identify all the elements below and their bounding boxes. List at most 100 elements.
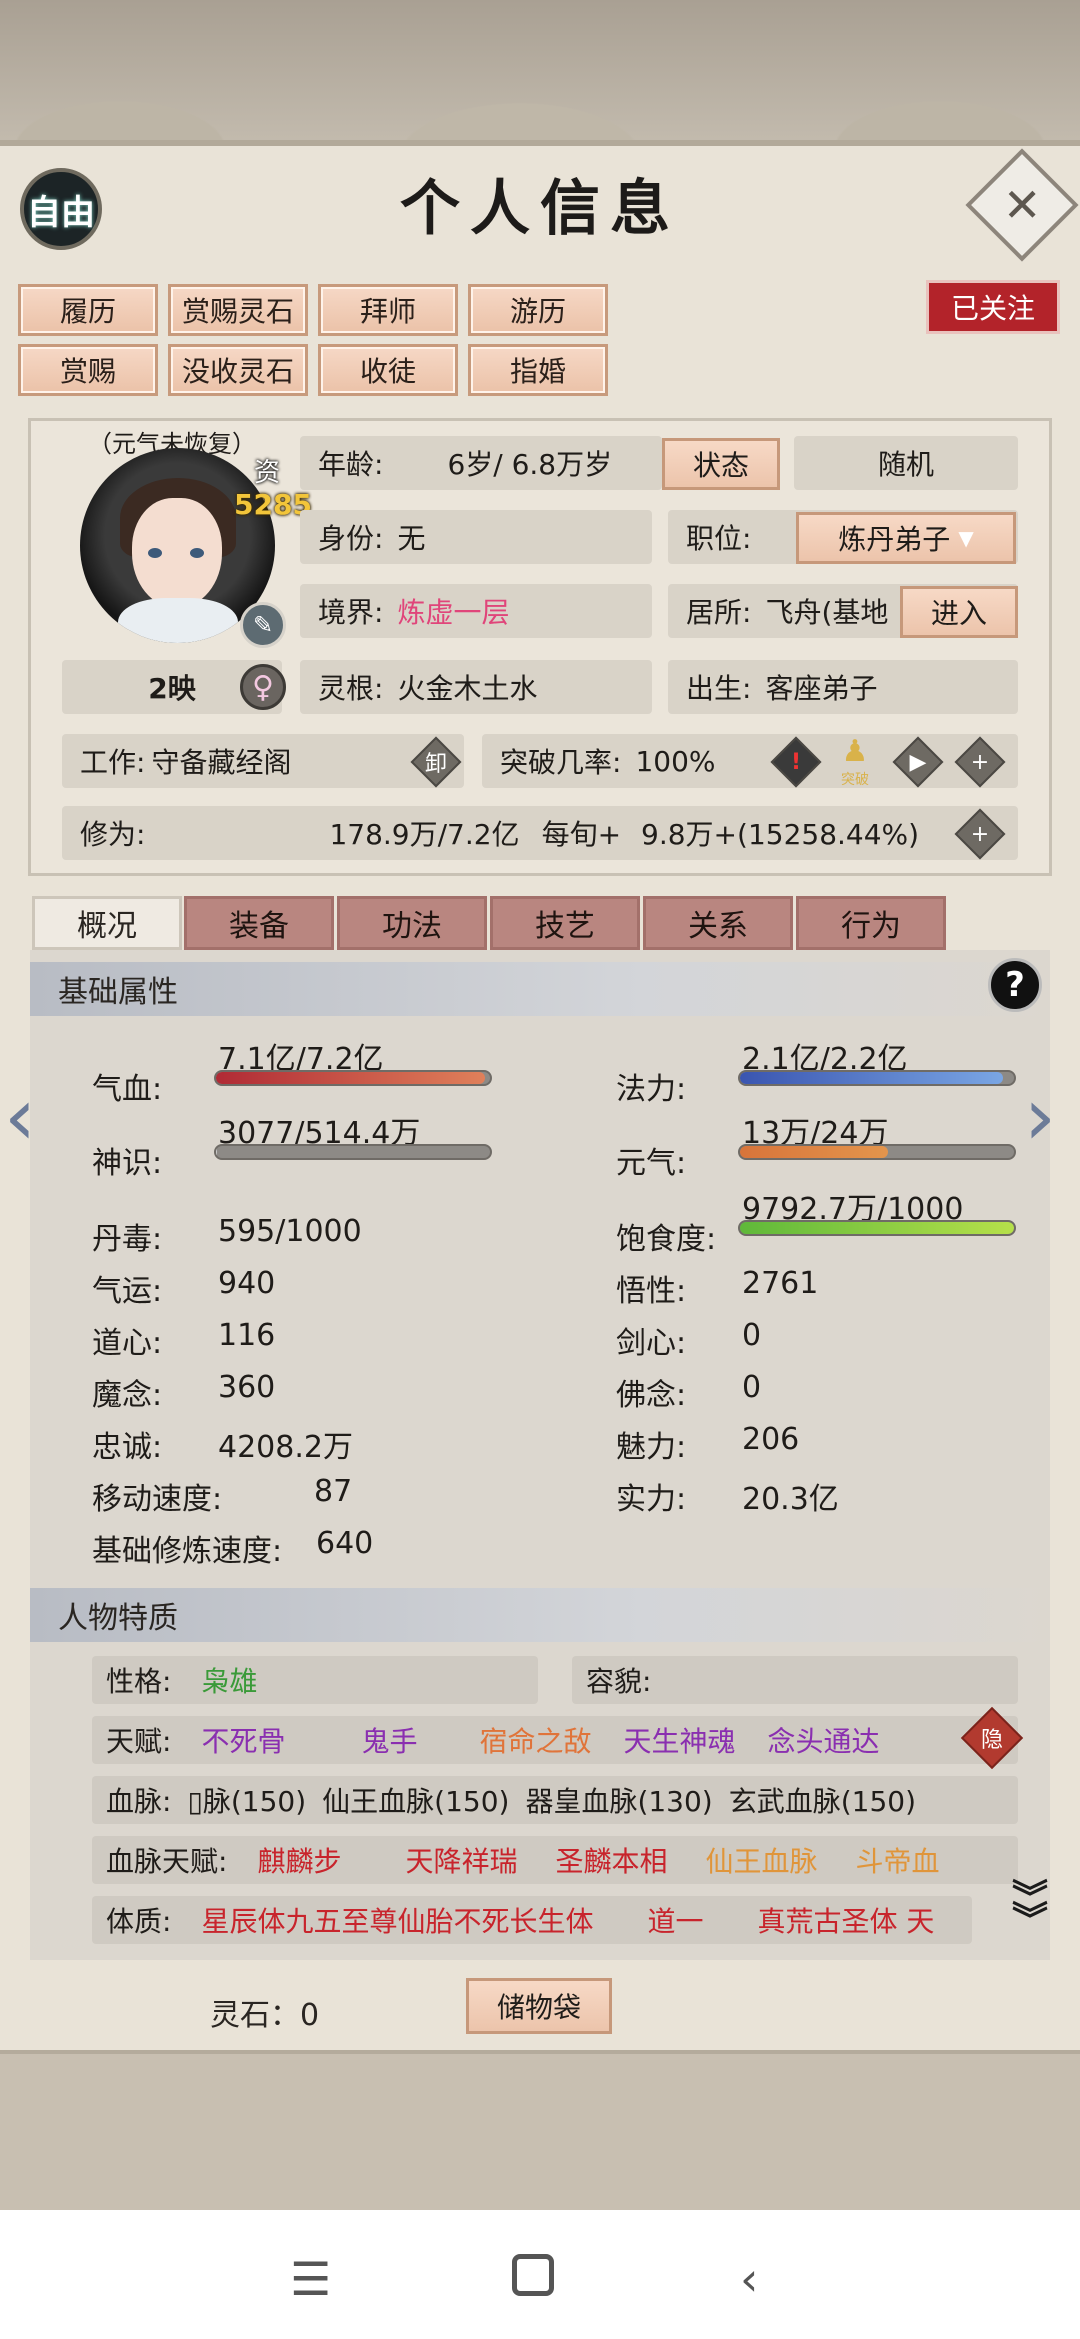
bloodline-talent-item[interactable]: 仙王血脉: [705, 1840, 817, 1880]
breakthrough-figure-icon[interactable]: ♟ 突破: [828, 734, 882, 788]
talent-item[interactable]: 鬼手: [361, 1720, 417, 1760]
storage-bag-button[interactable]: 储物袋: [466, 1978, 612, 2034]
talent-row: 天赋: 不死骨 鬼手 宿命之敌 天生神魂 念头通达: [92, 1716, 1018, 1764]
take-disciple-button[interactable]: 收徒: [318, 344, 458, 396]
sword-heart-label: 剑心:: [616, 1326, 687, 1361]
bloodline-item[interactable]: 玄武血脉(150): [729, 1780, 916, 1820]
personality-row: 性格: 枭雄: [92, 1656, 538, 1704]
talent-item[interactable]: 不死骨: [201, 1720, 285, 1760]
demon-thought-value: 360: [218, 1370, 276, 1405]
bloodline-talent-label: 血脉天赋:: [106, 1845, 228, 1878]
bloodline-talent-item[interactable]: 天降祥瑞: [405, 1840, 517, 1880]
loyalty-value: 4208.2万: [218, 1430, 353, 1465]
confiscate-stones-button[interactable]: 没收灵石: [168, 344, 308, 396]
tab-skills[interactable]: 功法: [337, 896, 487, 950]
dao-heart-label: 道心:: [92, 1326, 163, 1361]
move-speed-label: 移动速度:: [92, 1482, 223, 1517]
buddha-thought-label: 佛念:: [616, 1378, 687, 1413]
power-label: 实力:: [616, 1482, 687, 1517]
prev-arrow-icon[interactable]: ‹: [4, 1070, 36, 1163]
pill-toxin-value: 595/1000: [218, 1214, 362, 1249]
mana-label: 法力:: [616, 1072, 687, 1107]
help-icon[interactable]: ?: [988, 958, 1042, 1012]
spirit-stones: 灵石：0: [210, 1990, 319, 2034]
cultivation-value: 178.9万/7.2亿: [329, 818, 520, 851]
home-icon[interactable]: [512, 2254, 554, 2296]
gift-stones-button[interactable]: 赏赐灵石: [168, 284, 308, 336]
bloodline-item[interactable]: 仙王血脉(150): [322, 1780, 509, 1820]
bloodline-item[interactable]: 器皇血脉(130): [525, 1780, 712, 1820]
realm-value: 炼虚一层: [397, 596, 510, 629]
arrange-marriage-button[interactable]: 指婚: [468, 344, 608, 396]
satiety-label: 饱食度:: [616, 1222, 717, 1257]
work-field: 工作: 守备藏经阁: [62, 734, 464, 788]
bloodline-talent-row: 血脉天赋: 麒麟步 天降祥瑞 圣麟本相 仙王血脉 斗帝血: [92, 1836, 1018, 1884]
buddha-thought-value: 0: [742, 1370, 762, 1405]
expand-down-icon[interactable]: ︾ ︾: [1012, 1881, 1048, 1939]
hp-bar: [214, 1070, 492, 1086]
personality-label: 性格:: [106, 1665, 172, 1698]
menu-icon[interactable]: ☰: [290, 2252, 331, 2306]
tab-behavior[interactable]: 行为: [796, 896, 946, 950]
tab-equipment[interactable]: 装备: [184, 896, 334, 950]
mana-bar: [738, 1070, 1016, 1086]
age-label: 年龄:: [318, 448, 384, 481]
vigor-bar: [738, 1144, 1016, 1160]
post-label: 职位:: [686, 522, 752, 555]
history-button[interactable]: 履历: [18, 284, 158, 336]
close-icon: ✕: [1002, 177, 1042, 232]
bloodline-talent-item[interactable]: 斗帝血: [856, 1840, 940, 1880]
chevron-down-icon: ▼: [958, 526, 974, 550]
charm-value: 206: [742, 1422, 800, 1457]
looks-label: 容貌:: [586, 1665, 652, 1698]
mana-bar-fill: [740, 1072, 1004, 1084]
gender-icon: ♀: [240, 664, 286, 710]
physique-row: 体质: 星辰体九五至尊仙胎不死长生体 道一 真荒古圣体 天: [92, 1896, 972, 1944]
satiety-bar: [738, 1220, 1016, 1236]
post-dropdown[interactable]: 炼丹弟子 ▼: [796, 512, 1016, 564]
cultivation-field: 修为: 178.9万/7.2亿 每旬+ 9.8万+(15258.44%): [62, 806, 1018, 860]
talent-item[interactable]: 念头通达: [768, 1720, 880, 1760]
personality-value: 枭雄: [201, 1665, 258, 1698]
rename-icon[interactable]: ✎: [240, 602, 286, 648]
residence-value: 飞舟(基地: [765, 596, 889, 629]
tab-crafts[interactable]: 技艺: [490, 896, 640, 950]
tab-overview[interactable]: 概况: [32, 896, 182, 950]
spirit-stones-label: 灵石：: [210, 1998, 300, 2033]
bloodline-talent-item[interactable]: 麒麟步: [257, 1840, 341, 1880]
talent-item[interactable]: 天生神魂: [623, 1720, 735, 1760]
root-label: 灵根:: [318, 672, 384, 705]
bloodline-item[interactable]: ▯脉(150): [187, 1780, 306, 1820]
looks-row: 容貌:: [572, 1656, 1018, 1704]
root-field: 灵根: 火金木土水: [300, 660, 652, 714]
talent-item[interactable]: 宿命之敌: [479, 1720, 591, 1760]
per-turn-label: 每旬+: [541, 818, 622, 851]
pill-toxin-label: 丹毒:: [92, 1222, 163, 1257]
enter-button[interactable]: 进入: [900, 586, 1018, 638]
followed-button[interactable]: 已关注: [926, 280, 1060, 334]
demon-thought-label: 魔念:: [92, 1378, 163, 1413]
tab-relations[interactable]: 关系: [643, 896, 793, 950]
physique-item[interactable]: 道一: [647, 1900, 703, 1940]
loyalty-label: 忠诚:: [92, 1430, 163, 1465]
sword-heart-value: 0: [742, 1318, 762, 1353]
age-value: 6岁/ 6.8万岁: [447, 448, 613, 481]
back-icon[interactable]: ‹: [740, 2252, 758, 2306]
panel-bottom-band: [0, 2050, 1080, 2210]
travel-button[interactable]: 游历: [468, 284, 608, 336]
vigor-bar-fill: [740, 1146, 888, 1158]
satiety-bar-fill: [740, 1222, 1014, 1234]
cultivation-label: 修为:: [80, 818, 146, 851]
physique-item[interactable]: 真荒古圣体 天: [757, 1900, 934, 1940]
top-cloud-background: [0, 0, 1080, 150]
reward-button[interactable]: 赏赐: [18, 344, 158, 396]
become-disciple-button[interactable]: 拜师: [318, 284, 458, 336]
bloodline-label: 血脉:: [106, 1785, 172, 1818]
per-turn-value: 9.8万+(15258.44%): [641, 818, 920, 851]
vigor-label: 元气:: [616, 1146, 687, 1181]
physique-item[interactable]: 星辰体九五至尊仙胎不死长生体: [201, 1900, 593, 1940]
next-arrow-icon[interactable]: ›: [1024, 1070, 1056, 1163]
bloodline-talent-item[interactable]: 圣麟本相: [555, 1840, 667, 1880]
status-button[interactable]: 状态: [662, 438, 780, 490]
random-button[interactable]: 随机: [794, 436, 1018, 490]
